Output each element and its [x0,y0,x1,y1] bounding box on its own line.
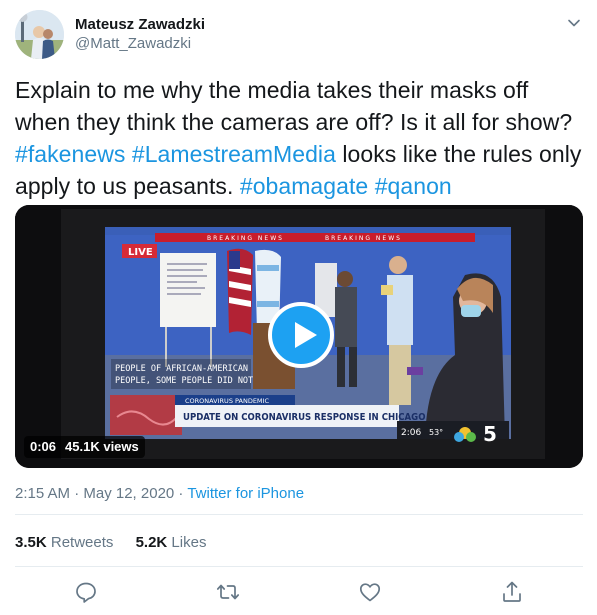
retweet-icon[interactable] [216,580,240,604]
tweet-text-line: when they think the cameras are off? Is … [15,106,585,138]
video-elapsed: 0:06 [30,439,57,454]
hashtag-link[interactable]: #obamagate [240,173,368,199]
divider-bottom [15,566,583,567]
retweets-label: Retweets [50,534,114,551]
clock: 2:06 [401,428,421,438]
caption-line-1: PEOPLE OF AFRICAN-AMERICAN [115,364,248,374]
share-icon[interactable] [500,580,524,604]
avatar[interactable] [15,10,64,59]
user-handle[interactable]: @Matt_Zawadzki [75,34,205,54]
tweet-stats: 3.5K Retweets 5.2K Likes [15,533,206,553]
reply-icon[interactable] [74,580,98,604]
tweet-text-line: Explain to me why the media takes their … [15,74,585,106]
video-player[interactable]: BREAKING NEWS BREAKING NEWS LIVE PEOPLE … [15,205,583,468]
tweet-source-link[interactable]: Twitter for iPhone [187,485,304,502]
play-button[interactable] [268,302,334,368]
video-meta: 0:06 45.1K views [24,436,145,458]
display-name[interactable]: Mateusz Zawadzki [75,16,205,34]
retweets-count: 3.5K [15,534,47,551]
tweet: Mateusz Zawadzki @Matt_Zawadzki Explain … [0,0,597,615]
hashtag-link[interactable]: #fakenews [15,141,125,167]
channel-number: 5 [483,422,497,446]
banner-right: BREAKING NEWS [325,235,402,242]
retweets-stat[interactable]: 3.5K Retweets [15,533,113,553]
video-views: 45.1K views [65,439,139,454]
banner-left: BREAKING NEWS [207,235,284,242]
likes-label: Likes [171,534,207,551]
hashtag-link[interactable]: #qanon [375,173,452,199]
temperature: 53° [429,428,443,437]
tweet-text-segment: when they think the cameras are off? Is … [15,109,573,135]
lower-third-headline: UPDATE ON CORONAVIRUS RESPONSE IN CHICAG… [183,412,425,423]
tweet-text-line: #fakenews #LamestreamMedia looks like th… [15,138,585,170]
tweet-actions [0,580,597,606]
likes-count: 5.2K [135,534,168,551]
hashtag-link[interactable]: #LamestreamMedia [132,141,336,167]
likes-stat[interactable]: 5.2K Likes [136,533,207,553]
tweet-timestamp: 2:15 AM · May 12, 2020 · Twitter for iPh… [15,484,304,504]
author-names[interactable]: Mateusz Zawadzki @Matt_Zawadzki [75,16,205,54]
caption-line-2: PEOPLE, SOME PEOPLE DID NOT [115,376,253,386]
time-date[interactable]: 2:15 AM · May 12, 2020 · [15,485,187,502]
tweet-text: Explain to me why the media takes their … [15,74,585,202]
divider-top [15,514,583,515]
tweet-text-segment: apply to us peasants. [15,173,240,199]
lower-third-kicker: CORONAVIRUS PANDEMIC [185,397,269,405]
tweet-text-segment: looks like the rules only [335,141,582,167]
tweet-text-line: apply to us peasants. #obamagate #qanon [15,170,585,202]
like-icon[interactable] [358,580,382,604]
tweet-header: Mateusz Zawadzki @Matt_Zawadzki [15,10,585,60]
live-badge: LIVE [128,247,153,258]
tweet-text-segment: Explain to me why the media takes their … [15,77,529,103]
chevron-down-icon[interactable] [565,14,583,32]
